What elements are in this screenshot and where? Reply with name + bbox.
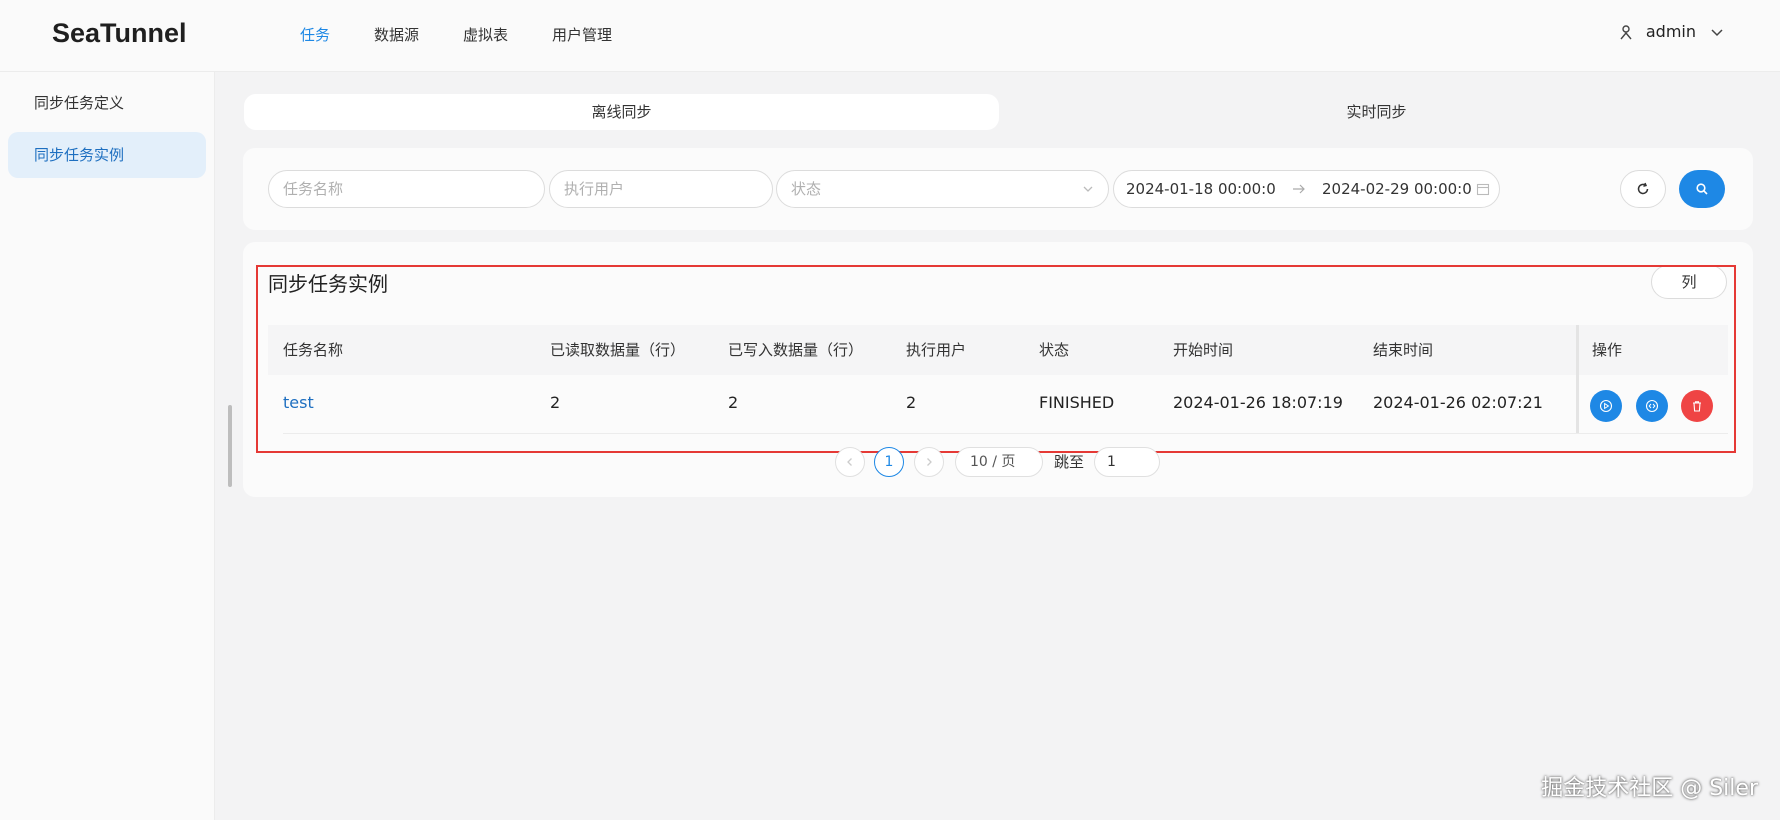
next-page-button[interactable] bbox=[914, 447, 944, 477]
top-header: SeaTunnel 任务 数据源 虚拟表 用户管理 admin bbox=[0, 0, 1780, 72]
nav-item-tasks[interactable]: 任务 bbox=[300, 24, 330, 45]
page-number[interactable]: 1 bbox=[874, 447, 904, 477]
tab-offline-sync[interactable]: 离线同步 bbox=[244, 94, 999, 130]
sidebar-scrollbar[interactable] bbox=[228, 405, 232, 487]
nav-item-virtual-table[interactable]: 虚拟表 bbox=[463, 24, 508, 45]
sidebar-item-task-definition[interactable]: 同步任务定义 bbox=[8, 80, 206, 126]
exec-user-input-wrapper bbox=[549, 170, 773, 208]
calendar-icon bbox=[1476, 183, 1490, 196]
top-nav: 任务 数据源 虚拟表 用户管理 bbox=[300, 24, 656, 45]
date-range-picker[interactable]: 2024-01-18 00:00:0( 2024-02-29 00:00:0( bbox=[1113, 170, 1500, 208]
prev-page-button[interactable] bbox=[835, 447, 865, 477]
jump-input[interactable]: 1 bbox=[1094, 447, 1160, 477]
sidebar: 同步任务定义 同步任务实例 bbox=[0, 72, 215, 820]
date-end[interactable]: 2024-02-29 00:00:0( bbox=[1322, 171, 1472, 207]
nav-item-user-management[interactable]: 用户管理 bbox=[552, 24, 612, 45]
chevron-left-icon bbox=[847, 458, 852, 466]
nav-item-datasource[interactable]: 数据源 bbox=[374, 24, 419, 45]
chevron-down-icon bbox=[1711, 28, 1723, 36]
search-icon bbox=[1696, 183, 1708, 195]
refresh-icon bbox=[1637, 182, 1649, 195]
task-name-input[interactable] bbox=[283, 180, 544, 198]
status-placeholder: 状态 bbox=[791, 180, 822, 198]
user-menu[interactable]: admin bbox=[1618, 22, 1724, 41]
app-logo: SeaTunnel bbox=[52, 18, 187, 48]
highlight-annotation bbox=[256, 265, 1736, 453]
refresh-button[interactable] bbox=[1620, 170, 1666, 208]
status-select[interactable]: 状态 bbox=[776, 170, 1109, 208]
watermark: 掘金技术社区 @ Siler bbox=[1541, 776, 1758, 801]
jump-label: 跳至 bbox=[1054, 453, 1085, 471]
sidebar-item-task-instance[interactable]: 同步任务实例 bbox=[8, 132, 206, 178]
arrow-right-icon bbox=[1293, 184, 1305, 194]
user-icon bbox=[1620, 24, 1632, 39]
chevron-down-icon bbox=[1083, 186, 1093, 192]
search-button[interactable] bbox=[1679, 170, 1725, 208]
chevron-right-icon bbox=[927, 458, 932, 466]
date-start[interactable]: 2024-01-18 00:00:0( bbox=[1126, 171, 1276, 207]
filter-bar: 状态 2024-01-18 00:00:0( 2024-02-29 00:00:… bbox=[243, 148, 1753, 230]
tab-realtime-sync[interactable]: 实时同步 bbox=[999, 94, 1754, 130]
sync-type-segment: 离线同步 实时同步 bbox=[244, 94, 1754, 130]
page-size-select[interactable]: 10 / 页 bbox=[955, 447, 1043, 477]
user-name: admin bbox=[1645, 22, 1696, 41]
exec-user-input[interactable] bbox=[564, 180, 772, 198]
task-name-input-wrapper bbox=[268, 170, 545, 208]
